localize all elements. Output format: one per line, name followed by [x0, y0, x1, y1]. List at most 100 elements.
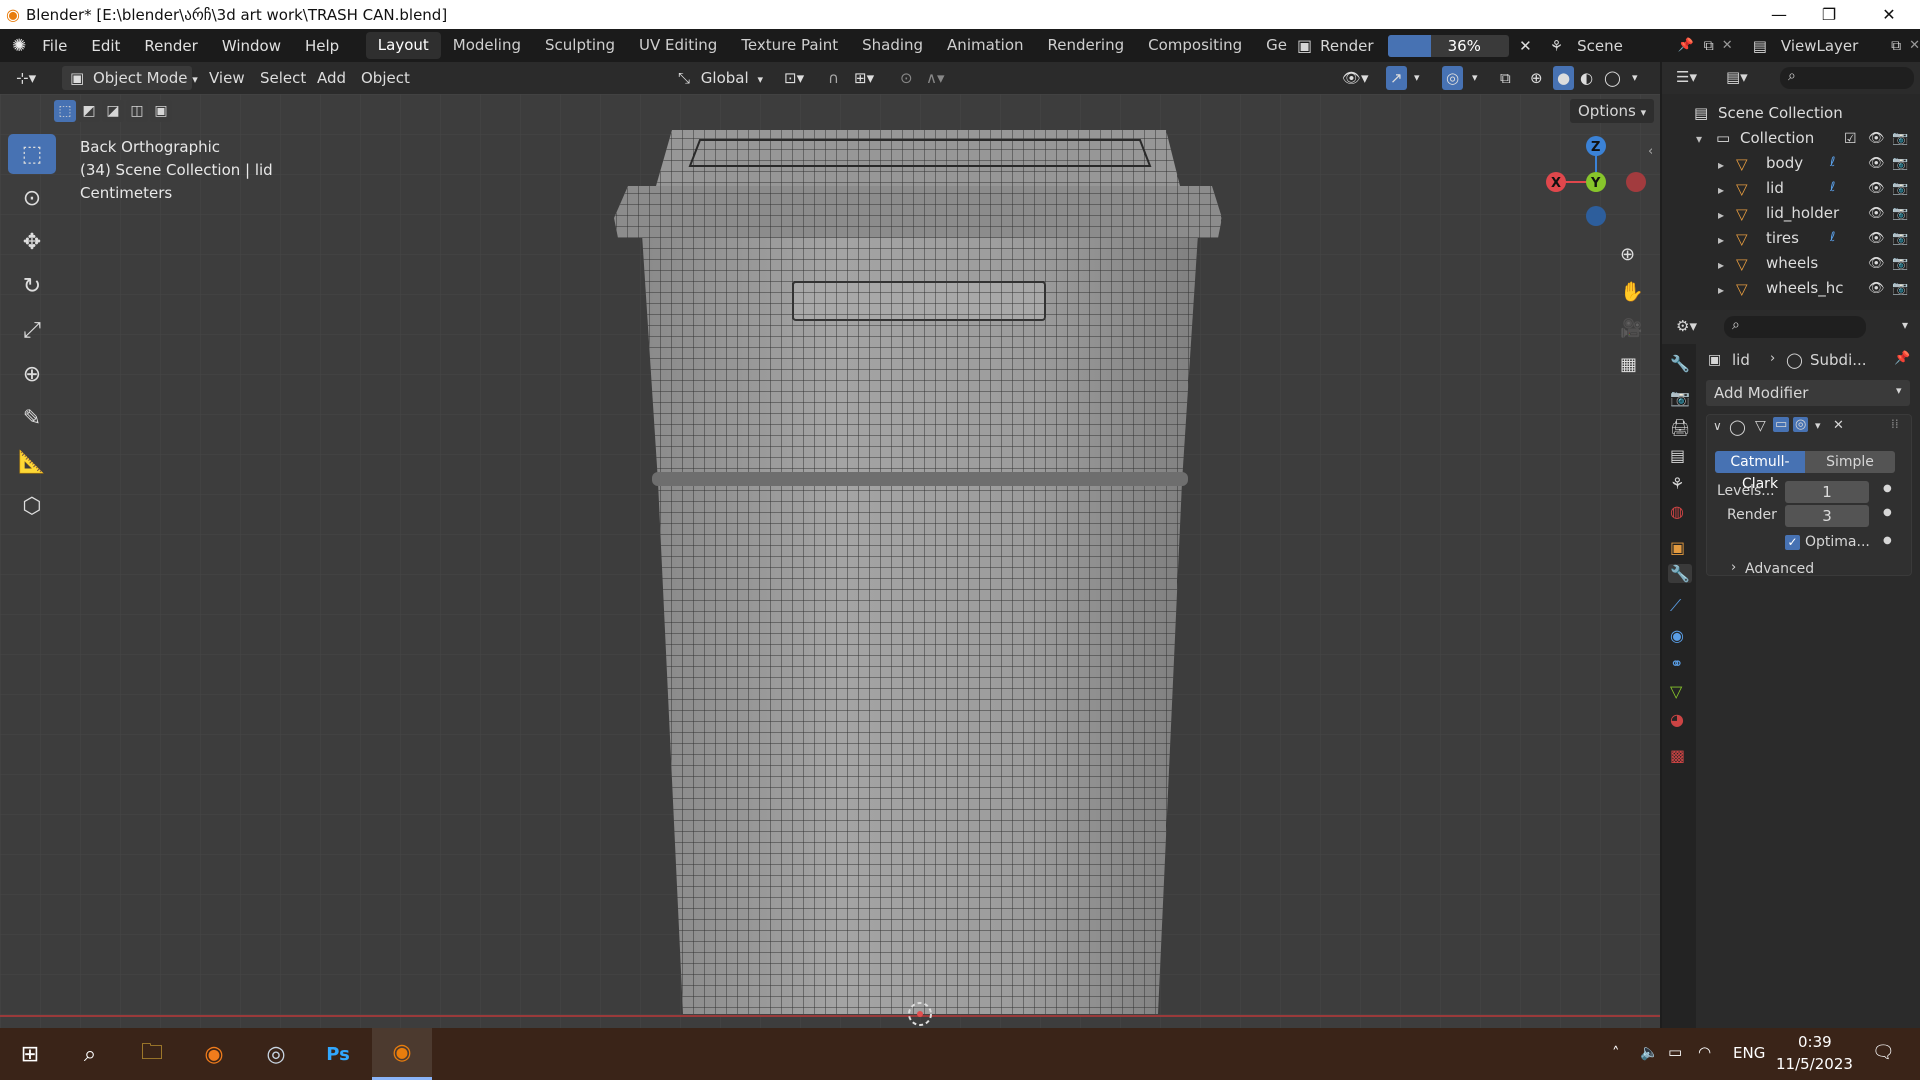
output-tab-icon[interactable]: 🖨: [1670, 418, 1690, 437]
blender-taskbar-icon[interactable]: ◉: [372, 1028, 432, 1080]
zoom-icon[interactable]: ⊕: [1620, 244, 1635, 265]
xray-toggle-icon[interactable]: ⧉: [1500, 66, 1511, 90]
language-indicator[interactable]: ENG: [1733, 1044, 1765, 1062]
tab-texture-paint[interactable]: Texture Paint: [729, 32, 850, 59]
tab-sculpting[interactable]: Sculpting: [533, 32, 627, 59]
select-box-tool-icon[interactable]: ⬚: [8, 134, 56, 174]
camera-render-icon[interactable]: 📷: [1892, 156, 1908, 171]
particles-tab-icon[interactable]: ⟋: [1670, 596, 1681, 616]
drag-handle-icon[interactable]: ⁞⁞: [1891, 417, 1899, 431]
editor-type-icon[interactable]: ⊹▾: [16, 66, 36, 90]
scene-name[interactable]: Scene: [1577, 37, 1677, 55]
pivot-point-icon[interactable]: ⊡▾: [784, 66, 804, 90]
falloff-icon[interactable]: ∧▾: [926, 66, 945, 90]
chevron-down-icon[interactable]: ▾: [1815, 419, 1821, 432]
steam-icon[interactable]: ◎: [246, 1028, 306, 1080]
3d-viewport[interactable]: Z X Y ⊕ ✋ 🎥 ▦ ‹: [0, 94, 1660, 1028]
tab-modeling[interactable]: Modeling: [441, 32, 533, 59]
annotate-tool-icon[interactable]: ✎: [8, 398, 56, 438]
menu-render[interactable]: Render: [132, 37, 209, 55]
gizmo-neg-z[interactable]: [1586, 206, 1606, 226]
rendered-shading-icon[interactable]: ◯: [1604, 66, 1621, 90]
search-icon[interactable]: ⌕: [60, 1028, 120, 1080]
breadcrumb-object[interactable]: lid: [1732, 351, 1750, 369]
breadcrumb-modifier[interactable]: Subdi...: [1810, 351, 1867, 369]
visibility-icon[interactable]: 👁▾: [1342, 66, 1369, 90]
pin-icon[interactable]: 📌: [1894, 351, 1910, 366]
cursor-tool-icon[interactable]: ⊙: [8, 178, 56, 218]
file-explorer-icon[interactable]: 🗀: [122, 1028, 182, 1080]
eye-icon[interactable]: 👁: [1868, 156, 1885, 171]
camera-render-icon[interactable]: 📷: [1892, 206, 1908, 221]
scene-tab-icon[interactable]: ⚘: [1670, 474, 1684, 493]
tab-animation[interactable]: Animation: [935, 32, 1035, 59]
viewlayer-icon[interactable]: ▤: [1753, 37, 1767, 55]
navigation-gizmo[interactable]: Z X Y: [1540, 124, 1650, 234]
menu-help[interactable]: Help: [293, 37, 351, 55]
windows-start-icon[interactable]: ⊞: [0, 1028, 60, 1080]
display-mode-icon[interactable]: ▤▾: [1726, 68, 1748, 86]
camera-icon[interactable]: 🎥: [1620, 318, 1642, 339]
modifier-wrench-icon[interactable]: ℓ: [1830, 230, 1835, 245]
chevron-down-icon[interactable]: ▾: [1472, 66, 1478, 90]
move-tool-icon[interactable]: ✥: [8, 222, 56, 262]
exclude-checkbox[interactable]: ☑: [1844, 131, 1857, 147]
gizmo-toggle-icon[interactable]: ↗: [1386, 66, 1407, 90]
add-modifier-button[interactable]: Add Modifier ▾: [1706, 380, 1910, 406]
expand-icon[interactable]: ▸: [1718, 158, 1724, 172]
select-intersect-icon[interactable]: ▣: [150, 100, 172, 122]
sidebar-toggle-icon[interactable]: ‹: [1648, 144, 1653, 159]
outliner-item-tires[interactable]: ▸ ▽ tires ℓ 👁 📷: [1662, 229, 1920, 254]
wireframe-shading-icon[interactable]: ⊕: [1530, 66, 1543, 90]
photoshop-icon[interactable]: Ps: [308, 1028, 368, 1080]
select-new-icon[interactable]: ⬚: [54, 100, 76, 122]
outliner-item-lid[interactable]: ▸ ▽ lid ℓ 👁 📷: [1662, 179, 1920, 204]
expand-icon[interactable]: ▸: [1718, 208, 1724, 222]
expand-icon[interactable]: ▸: [1718, 283, 1724, 297]
rotate-tool-icon[interactable]: ↻: [8, 266, 56, 306]
options-dropdown[interactable]: Options ▾: [1570, 99, 1655, 123]
tool-tab-icon[interactable]: 🔧: [1670, 354, 1690, 373]
hand-icon[interactable]: ✋: [1620, 280, 1644, 303]
tab-uv-editing[interactable]: UV Editing: [627, 32, 729, 59]
world-tab-icon[interactable]: ◍: [1670, 502, 1684, 521]
trash-can-model[interactable]: [614, 130, 1222, 1026]
object-mode-dropdown[interactable]: ▣ Object Mode ▾: [62, 66, 198, 90]
tab-layout[interactable]: Layout: [365, 32, 441, 59]
camera-render-icon[interactable]: 📷: [1892, 256, 1908, 271]
expand-icon[interactable]: ▸: [1718, 183, 1724, 197]
gizmo-neg-x[interactable]: [1626, 172, 1646, 192]
keyframe-dot-icon[interactable]: ●: [1883, 507, 1892, 518]
menu-view[interactable]: View: [209, 66, 245, 90]
eye-icon[interactable]: 👁: [1868, 256, 1885, 271]
outliner-item-wheels-hc[interactable]: ▸ ▽ wheels_hc 👁 📷: [1662, 279, 1920, 304]
notification-icon[interactable]: 🗨: [1872, 1042, 1895, 1063]
snap-target-icon[interactable]: ⊞▾: [854, 66, 874, 90]
properties-search-input[interactable]: ⌕: [1724, 316, 1866, 338]
tab-geometry-nodes[interactable]: Ge: [1254, 32, 1291, 59]
viewlayer-name[interactable]: ViewLayer: [1781, 37, 1891, 55]
add-cube-tool-icon[interactable]: ⬡: [8, 486, 56, 526]
select-subtract-icon[interactable]: ◪: [102, 100, 124, 122]
select-extend-icon[interactable]: ◩: [78, 100, 100, 122]
properties-editor-icon[interactable]: ⚙▾: [1676, 317, 1697, 335]
collapse-icon[interactable]: ∨: [1713, 419, 1722, 433]
texture-tab-icon[interactable]: ▩: [1670, 746, 1685, 765]
simple-option[interactable]: Simple: [1805, 451, 1895, 473]
keyframe-dot-icon[interactable]: ●: [1883, 535, 1892, 546]
catmull-clark-option[interactable]: Catmull-Clark: [1715, 451, 1805, 492]
overlay-toggle-icon[interactable]: ◎: [1442, 66, 1464, 90]
close-button[interactable]: ✕: [1866, 0, 1912, 29]
eye-icon[interactable]: 👁: [1868, 281, 1885, 296]
levels-viewport-field[interactable]: 1: [1785, 481, 1869, 503]
modifier-tab-icon[interactable]: 🔧: [1668, 564, 1692, 583]
scale-tool-icon[interactable]: ⤢: [8, 310, 56, 350]
outliner-editor-icon[interactable]: ☰▾: [1676, 68, 1697, 86]
tab-compositing[interactable]: Compositing: [1136, 32, 1254, 59]
outliner-scene-collection[interactable]: ▤ Scene Collection: [1662, 104, 1920, 129]
eye-icon[interactable]: 👁: [1868, 131, 1885, 146]
blender-menu-icon[interactable]: ✺: [12, 36, 26, 56]
menu-add[interactable]: Add: [317, 66, 346, 90]
object-tab-icon[interactable]: ▣: [1670, 538, 1685, 557]
search-input[interactable]: ⌕: [1780, 67, 1914, 89]
